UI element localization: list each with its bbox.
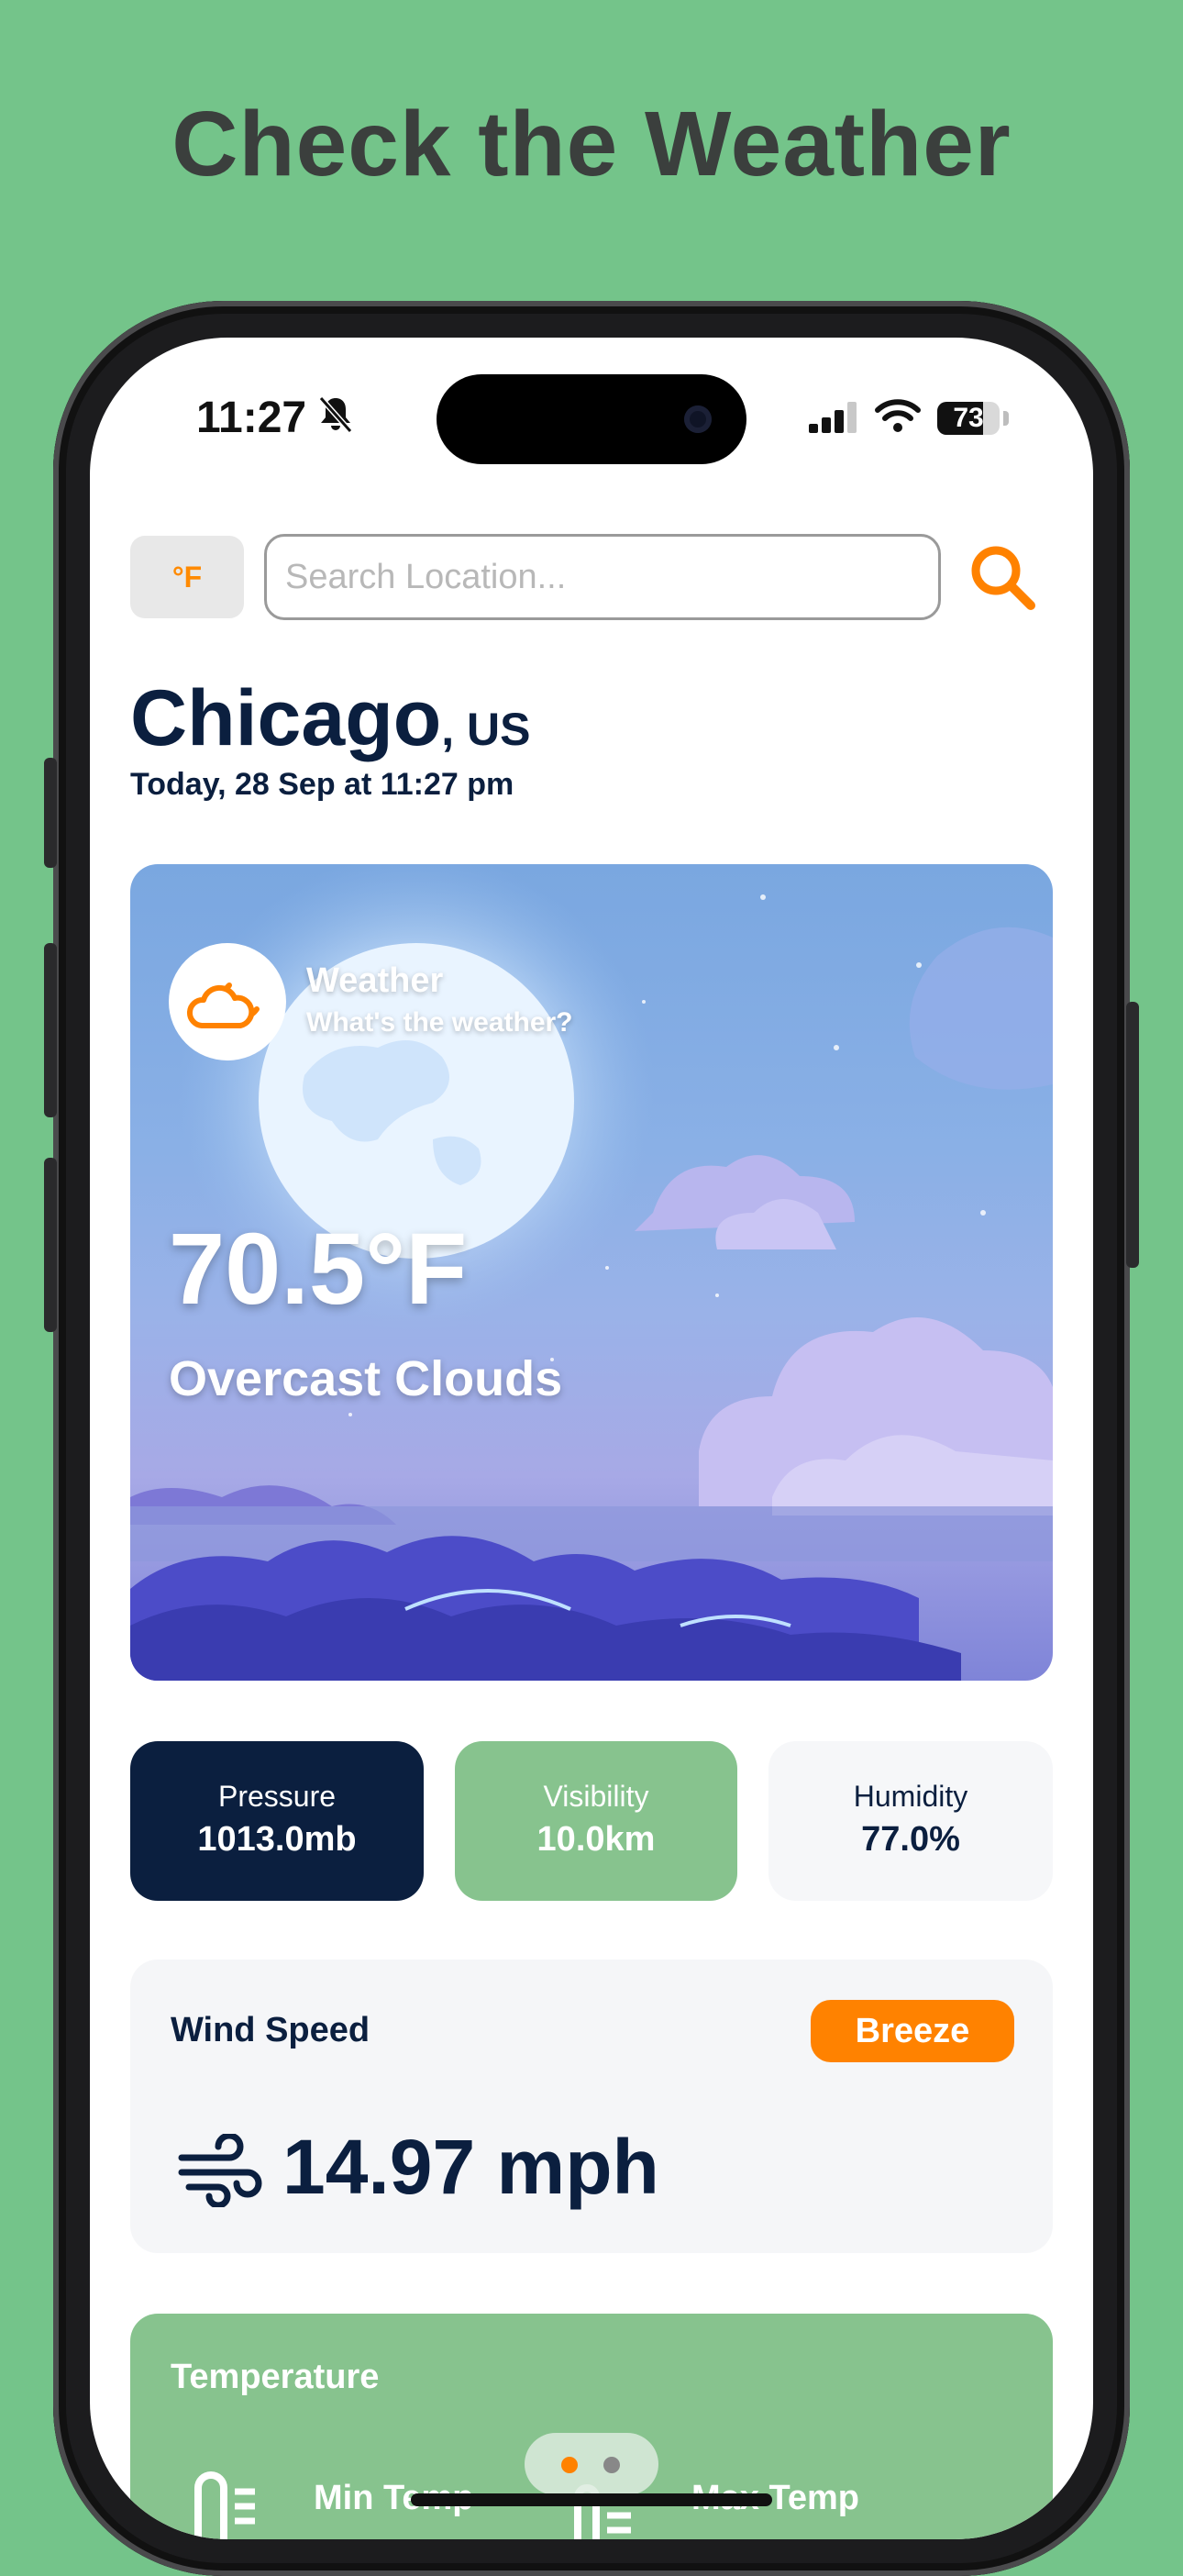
page-dot-active[interactable]	[561, 2457, 578, 2473]
humidity-label: Humidity	[853, 1780, 968, 1813]
badge-subtitle: What's the weather?	[306, 1007, 573, 1038]
battery-tip	[1003, 411, 1009, 426]
page-dot[interactable]	[603, 2457, 620, 2473]
search-input[interactable]	[264, 534, 941, 620]
weather-condition: Overcast Clouds	[169, 1351, 563, 1406]
promo-headline: Check the Weather	[171, 93, 1012, 195]
visibility-value: 10.0km	[536, 1820, 656, 1859]
visibility-label: Visibility	[543, 1780, 649, 1813]
wifi-icon	[875, 399, 921, 432]
temperature-title: Temperature	[171, 2358, 380, 2396]
wind-icon	[178, 2134, 262, 2207]
country-code: , US	[441, 704, 531, 755]
thermometer-low-icon	[194, 2471, 255, 2539]
humidity-value: 77.0%	[861, 1820, 960, 1859]
pressure-tile: Pressure 1013.0mb	[130, 1741, 424, 1901]
battery-percent: 73	[953, 403, 984, 433]
weather-badge	[169, 943, 286, 1060]
pressure-value: 1013.0mb	[197, 1820, 357, 1859]
wind-speed-card: Wind Speed Breeze 14.97 mph	[130, 1960, 1053, 2253]
wind-status-badge: Breeze	[811, 2000, 1014, 2062]
power-button	[1126, 1002, 1139, 1268]
volume-down-button	[44, 1158, 57, 1332]
date-time: Today, 28 Sep at 11:27 pm	[130, 767, 514, 802]
status-time: 11:27	[196, 394, 307, 442]
cellular-signal-icon	[809, 402, 857, 433]
bell-slash-icon	[318, 396, 353, 433]
dynamic-island	[437, 374, 746, 464]
battery-indicator: 73	[937, 402, 1000, 435]
search-icon[interactable]	[967, 541, 1040, 615]
city-name: Chicago	[130, 674, 442, 762]
visibility-tile: Visibility 10.0km	[455, 1741, 737, 1901]
weather-hero-card: Weather What's the weather? 70.5°F Overc…	[130, 864, 1053, 1681]
front-camera	[684, 405, 712, 433]
app-screen: 11:27 73 °F Chi	[90, 338, 1093, 2539]
page-indicator[interactable]	[525, 2433, 658, 2495]
humidity-tile: Humidity 77.0%	[768, 1741, 1053, 1901]
status-bar: 11:27 73	[90, 338, 1093, 503]
badge-title: Weather	[306, 961, 444, 1000]
unit-toggle-button[interactable]: °F	[130, 536, 244, 618]
volume-up-button	[44, 943, 57, 1117]
wind-title: Wind Speed	[171, 2011, 370, 2049]
current-temperature: 70.5°F	[169, 1213, 468, 1326]
home-indicator[interactable]	[411, 2493, 772, 2506]
pressure-label: Pressure	[217, 1780, 337, 1813]
location-name: Chicago, US	[130, 673, 531, 764]
cloud-moon-icon	[186, 983, 260, 1028]
wind-speed-value: 14.97 mph	[282, 2124, 659, 2210]
action-button	[44, 758, 57, 868]
